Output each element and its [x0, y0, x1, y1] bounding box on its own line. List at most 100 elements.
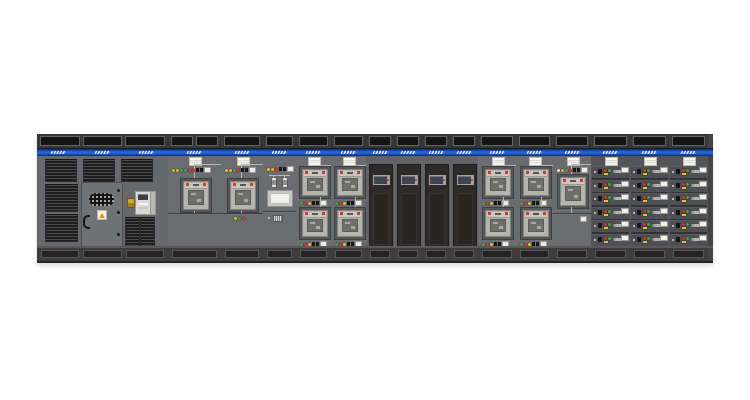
indicator-led-red — [604, 223, 607, 226]
breaker-label-dash — [533, 213, 539, 215]
door-hinge-dot — [117, 189, 120, 192]
louver-vent — [140, 217, 155, 246]
breaker-marking — [244, 199, 248, 202]
terminal-strip — [273, 215, 283, 222]
indicator-led-green — [520, 202, 523, 205]
bucket-label — [621, 221, 629, 227]
unit-dot — [633, 239, 635, 241]
bucket-label — [660, 235, 668, 241]
breaker-red-indicator — [305, 171, 308, 174]
unit-breaker-block — [637, 196, 641, 201]
label-chip — [204, 167, 211, 173]
base-band — [263, 246, 296, 263]
bucket-label — [660, 167, 668, 173]
unit-breaker-block — [676, 237, 680, 242]
mcc-bucket-row — [670, 220, 707, 234]
door-hinge-dot — [117, 233, 120, 236]
breaker-marking — [531, 181, 536, 183]
breaker-compartment — [334, 166, 366, 199]
hmi-screen — [401, 175, 418, 185]
hmi-screen — [457, 175, 474, 185]
section-acb-section-2 — [221, 134, 263, 263]
breaker-front-panel — [342, 178, 358, 191]
breaker-front-panel — [528, 178, 544, 191]
breaker-label-dash — [240, 184, 246, 186]
brand-wordmark-icon — [305, 151, 321, 154]
breaker-marking — [316, 185, 320, 188]
mcc-bucket-row — [631, 234, 668, 246]
base-band — [450, 246, 478, 263]
indicator-led-yellow — [604, 200, 608, 202]
roof-vent-recess — [453, 136, 475, 146]
bucket-label — [621, 167, 629, 173]
roof-band — [168, 134, 221, 149]
brand-stripe — [366, 149, 394, 156]
bucket-label — [699, 235, 707, 241]
breaker-front-panel — [565, 186, 581, 201]
indicator-led-row — [482, 200, 509, 206]
indicator-led-green — [608, 169, 611, 172]
indicator-led-white — [557, 169, 560, 172]
bucket-label — [699, 208, 707, 214]
air-circuit-breaker — [302, 169, 328, 196]
breaker-red-indicator — [250, 183, 253, 186]
relay-block — [532, 201, 535, 205]
bucket-label — [621, 194, 629, 200]
indicator-led-green — [565, 169, 568, 172]
unit-breaker-block — [598, 210, 602, 215]
indicator-led-green — [300, 202, 303, 205]
roof-band — [422, 134, 450, 149]
indicator-led-row — [300, 200, 327, 206]
hmi-power-led — [471, 179, 473, 181]
indicator-led-red — [643, 183, 646, 186]
breaker-marking — [345, 222, 350, 224]
breaker-marking — [316, 226, 320, 229]
roof-vent-recess — [672, 136, 705, 146]
relay-block — [577, 168, 580, 172]
indicator-led-red — [604, 169, 607, 172]
air-circuit-breaker — [485, 210, 511, 237]
unit-dot — [672, 185, 674, 187]
base-vent-recess — [595, 250, 626, 258]
breaker-label-dash — [570, 180, 576, 182]
relay-block — [573, 168, 576, 172]
indicator-led-green — [686, 237, 689, 240]
section-front — [630, 156, 669, 246]
unit-breaker-block — [637, 169, 641, 174]
indicator-led-red — [682, 169, 685, 172]
indicator-led-green — [647, 223, 650, 226]
section-front — [221, 156, 263, 246]
base-band — [37, 246, 168, 263]
mcc-bucket-row — [631, 180, 668, 194]
unit-dot — [594, 239, 596, 241]
mcc-bucket-row — [631, 220, 668, 234]
louver-vent — [45, 159, 77, 182]
breaker-compartment — [334, 207, 366, 240]
indicator-led-green — [647, 196, 650, 199]
door-recess-panel — [429, 193, 445, 245]
indicator-led-red — [604, 210, 607, 213]
roof-band — [331, 134, 366, 149]
base-vent-recess — [41, 250, 79, 258]
roof-vent-recess — [633, 136, 666, 146]
indicator-led-red — [643, 196, 646, 199]
bucket-label — [621, 181, 629, 187]
feeder-tag — [580, 216, 587, 222]
mcc-bucket-row — [592, 207, 629, 221]
breaker-marking — [351, 226, 355, 229]
door-recess-panel — [457, 193, 473, 245]
relay-block — [196, 168, 199, 172]
power-meter — [135, 191, 156, 215]
unit-dot — [594, 171, 596, 173]
brand-wordmark-icon — [372, 151, 388, 154]
label-chip — [355, 200, 362, 206]
indicator-led-red — [682, 196, 685, 199]
breaker-red-indicator — [357, 171, 360, 174]
indicator-led-yellow — [643, 214, 647, 216]
oval-connector-plate — [89, 193, 114, 206]
unit-dot — [633, 198, 635, 200]
indicator-led-yellow — [682, 200, 686, 202]
brand-wordmark-icon — [564, 151, 580, 154]
hmi-screen-glass — [458, 176, 471, 184]
hmi-power-led — [443, 179, 445, 181]
